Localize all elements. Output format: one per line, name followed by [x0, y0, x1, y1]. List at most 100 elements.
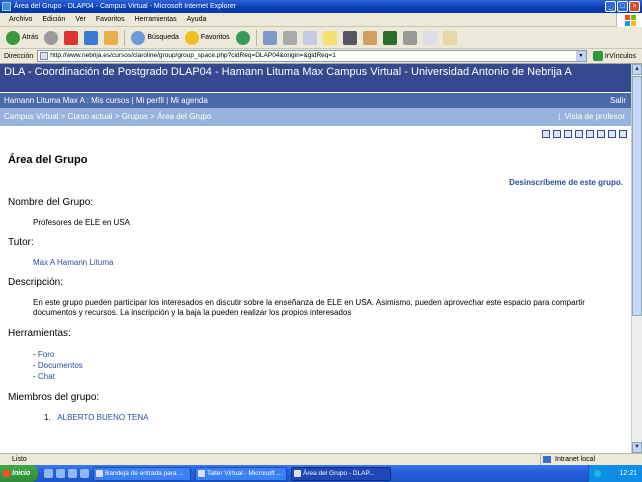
window-title: Área del Grupo - DLAP04 - Campus Virtual…	[14, 3, 237, 10]
tools-heading: Herramientas:	[8, 328, 71, 339]
print-button[interactable]	[280, 28, 300, 48]
mail-button[interactable]	[260, 28, 280, 48]
back-button[interactable]: Atrás	[3, 28, 41, 48]
tutor-link[interactable]: Max A Hamann Lituma	[33, 258, 623, 267]
mi-perfil-link[interactable]: Mi perfil	[136, 96, 164, 105]
cut-button[interactable]	[400, 28, 420, 48]
print-icon	[282, 30, 297, 45]
notes-button[interactable]	[320, 28, 340, 48]
menu-ver[interactable]: Ver	[70, 16, 91, 23]
forums-icon[interactable]	[597, 130, 605, 138]
go-arrow-icon	[592, 51, 603, 61]
scissors-icon	[402, 30, 417, 45]
scroll-thumb[interactable]	[632, 76, 642, 316]
mail-icon	[262, 30, 277, 45]
minimize-button[interactable]: _	[605, 1, 616, 12]
system-tray: 12:21	[588, 465, 642, 482]
home-icon[interactable]	[542, 130, 550, 138]
group-name-value: Profesores de ELE en USA	[33, 218, 130, 227]
chat-link[interactable]: Chat	[38, 372, 55, 381]
menu-archivo[interactable]: Archivo	[4, 16, 37, 23]
status-text: Listo	[12, 456, 27, 463]
scroll-down-icon[interactable]: ▼	[632, 442, 642, 453]
start-button[interactable]: Inicio	[0, 465, 38, 482]
menu-edicion[interactable]: Edición	[37, 16, 70, 23]
window-titlebar: Área del Grupo - DLAP04 - Campus Virtual…	[0, 0, 642, 13]
taskbar-item-mail[interactable]: Bandeja de entrada para ...	[93, 466, 191, 481]
groups-icon[interactable]	[608, 130, 616, 138]
documentos-link[interactable]: Documentos	[38, 361, 83, 370]
salir-link[interactable]: Salir	[610, 93, 626, 109]
list-item: 1. ALBERTO BUENO TENA	[44, 413, 149, 422]
research-button[interactable]	[340, 28, 360, 48]
exercises-icon[interactable]	[586, 130, 594, 138]
research-icon	[342, 30, 357, 45]
mis-cursos-link[interactable]: Mis cursos	[91, 96, 129, 105]
messenger-button[interactable]	[360, 28, 380, 48]
refresh-button[interactable]	[81, 28, 101, 48]
user-bar: Hamann Lituma Max A : Mis cursos | Mi pe…	[0, 92, 631, 108]
stop-button[interactable]	[61, 28, 81, 48]
breadcrumb: Campus Virtual > Curso actual > Grupos >…	[0, 108, 631, 126]
announcements-icon[interactable]	[564, 130, 572, 138]
home-button[interactable]	[101, 28, 121, 48]
desktop-quicklaunch-icon[interactable]	[68, 469, 77, 478]
windows-logo-icon	[616, 13, 642, 27]
crumb-curso[interactable]: Curso actual	[68, 112, 113, 121]
group-name-heading: Nombre del Grupo:	[8, 197, 94, 208]
vertical-scrollbar[interactable]: ▲ ▼	[631, 64, 642, 453]
paste-icon	[442, 30, 457, 45]
documents-icon[interactable]	[575, 130, 583, 138]
ie-icon	[294, 469, 301, 477]
user-name: Hamann Lituma Max A	[4, 96, 85, 105]
crumb-campus[interactable]: Campus Virtual	[4, 112, 59, 121]
refresh-icon	[84, 30, 99, 45]
vista-profesor-link[interactable]: | Vista de profesor	[558, 108, 625, 126]
taskbar: Inicio Bandeja de entrada para ... Talle…	[0, 465, 642, 482]
list-item: - Foro	[33, 350, 55, 359]
ie-quicklaunch-icon[interactable]	[44, 469, 53, 478]
media-quicklaunch-icon[interactable]	[80, 469, 89, 478]
paste-button[interactable]	[440, 28, 460, 48]
zone-text: Intranet local	[540, 454, 595, 465]
outlook-icon	[96, 469, 103, 477]
links-button[interactable]: Vínculos	[609, 53, 636, 60]
go-button[interactable]: Ir	[592, 51, 609, 61]
ie-icon	[198, 469, 205, 477]
maximize-button[interactable]: □	[617, 1, 628, 12]
windows-flag-icon	[3, 470, 10, 477]
history-icon	[235, 30, 250, 45]
mail-quicklaunch-icon[interactable]	[56, 469, 65, 478]
address-input[interactable]: http://www.nebrija.es/cursos/claroline/g…	[37, 50, 587, 62]
menu-favoritos[interactable]: Favoritos	[91, 16, 130, 23]
menu-herramientas[interactable]: Herramientas	[130, 16, 182, 23]
address-bar: Dirección http://www.nebrija.es/cursos/c…	[0, 49, 642, 64]
tools-list: - Foro - Documentos - Chat	[33, 349, 623, 382]
crumb-grupos[interactable]: Grupos	[122, 112, 148, 121]
menu-ayuda[interactable]: Ayuda	[182, 16, 212, 23]
foro-link[interactable]: Foro	[38, 350, 54, 359]
forward-arrow-icon	[44, 30, 59, 45]
list-item: - Documentos	[33, 361, 83, 370]
back-arrow-icon	[6, 30, 20, 45]
mi-agenda-link[interactable]: Mi agenda	[170, 96, 207, 105]
address-label: Dirección	[4, 52, 34, 60]
member-link[interactable]: ALBERTO BUENO TENA	[57, 413, 148, 422]
history-button[interactable]	[233, 28, 253, 48]
edit-button[interactable]	[300, 28, 320, 48]
forward-button[interactable]	[41, 28, 61, 48]
users-icon[interactable]	[619, 130, 627, 138]
network-icon[interactable]	[594, 470, 601, 477]
taskbar-item-area[interactable]: Área del Grupo - DLAP...	[291, 466, 391, 481]
search-button[interactable]: Búsqueda	[128, 28, 182, 48]
format-button[interactable]	[380, 28, 400, 48]
close-button[interactable]: ×	[629, 1, 640, 12]
copy-button[interactable]	[420, 28, 440, 48]
home-icon	[104, 30, 119, 45]
favorites-button[interactable]: Favoritos	[182, 28, 233, 48]
unsubscribe-link[interactable]: Desinscríbeme de este grupo.	[8, 178, 623, 187]
scroll-up-icon[interactable]: ▲	[632, 64, 642, 75]
agenda-icon[interactable]	[553, 130, 561, 138]
address-dropdown-icon[interactable]: ▾	[575, 51, 586, 61]
taskbar-item-taller[interactable]: Taller Virtual - Microsoft ...	[195, 466, 287, 481]
